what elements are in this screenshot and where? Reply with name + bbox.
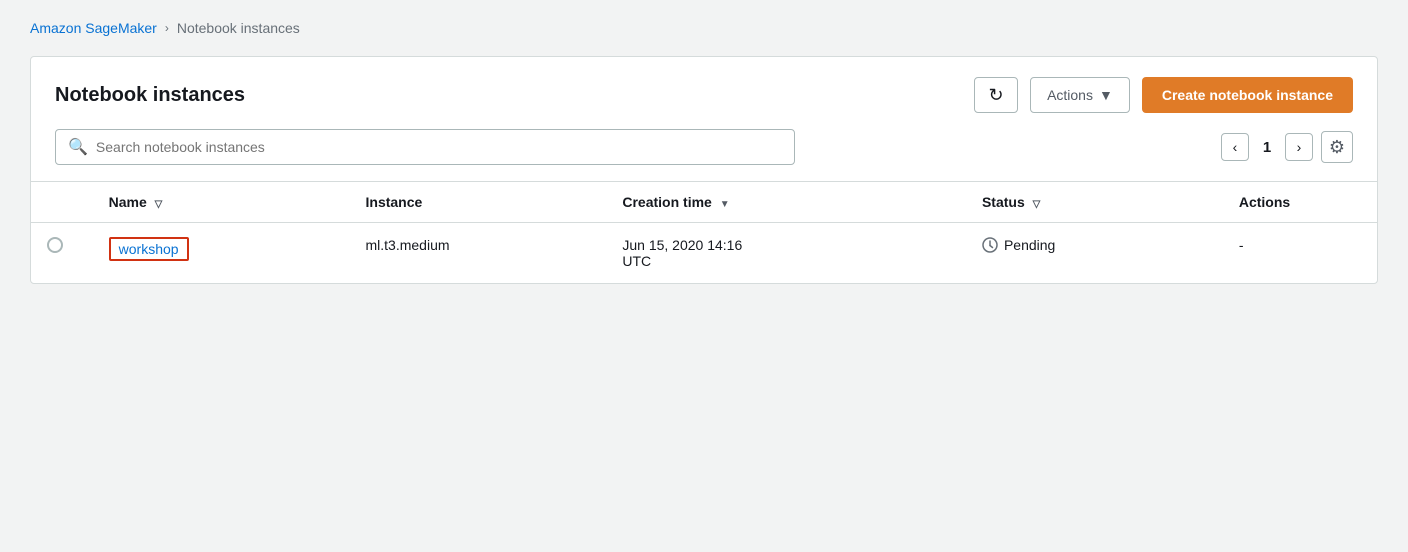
col-creation-label: Creation time [622,194,711,210]
pagination-next-button[interactable]: › [1285,133,1313,161]
row-instance-cell: ml.t3.medium [350,223,607,284]
actions-label: Actions [1047,87,1093,103]
pagination-page-number: 1 [1257,139,1277,156]
search-box: 🔍 [55,129,795,165]
col-header-status[interactable]: Status ▽ [966,182,1223,223]
refresh-icon: ↻ [989,85,1004,106]
search-input[interactable] [96,139,782,155]
breadcrumb-sagemaker-link[interactable]: Amazon SageMaker [30,20,157,36]
pagination-controls: ‹ 1 › ⚙ [1221,131,1353,163]
col-instance-label: Instance [366,194,423,210]
table-header: Name ▽ Instance Creation time ▼ Status ▽ [31,182,1377,223]
row-actions-cell: - [1223,223,1377,284]
breadcrumb: Amazon SageMaker › Notebook instances [30,20,1378,36]
creation-sort-icon: ▼ [720,199,730,210]
creation-time-line2: UTC [622,253,950,269]
row-status-cell: Pending [966,223,1223,284]
name-sort-icon: ▽ [155,199,163,210]
search-row: 🔍 ‹ 1 › ⚙ [55,129,1353,165]
row-name-cell: workshop [93,223,350,284]
gear-icon: ⚙ [1329,137,1345,158]
create-button-label: Create notebook instance [1162,87,1333,103]
col-header-actions: Actions [1223,182,1377,223]
col-header-instance: Instance [350,182,607,223]
name-cell-highlight: workshop [109,237,189,261]
col-status-label: Status [982,194,1025,210]
settings-button[interactable]: ⚙ [1321,131,1353,163]
col-actions-label: Actions [1239,194,1290,210]
col-header-radio [31,182,93,223]
page-title: Notebook instances [55,84,962,107]
row-creation-cell: Jun 15, 2020 14:16 UTC [606,223,966,284]
instances-table-wrap: Name ▽ Instance Creation time ▼ Status ▽ [31,181,1377,283]
row-radio-cell [31,223,93,284]
notebook-instances-card: Notebook instances ↻ Actions ▼ Create no… [30,56,1378,284]
notebook-name-link[interactable]: workshop [119,241,179,257]
breadcrumb-separator: › [165,21,169,35]
instance-type-value: ml.t3.medium [366,237,450,253]
row-radio-button[interactable] [47,237,63,253]
status-pending-icon [982,237,998,253]
card-header: Notebook instances ↻ Actions ▼ Create no… [55,77,1353,113]
creation-time-line1: Jun 15, 2020 14:16 [622,237,950,253]
status-label: Pending [1004,237,1055,253]
table-row: workshop ml.t3.medium Jun 15, 2020 14:16… [31,223,1377,284]
search-icon: 🔍 [68,137,88,157]
breadcrumb-current: Notebook instances [177,20,300,36]
status-sort-icon: ▽ [1033,199,1041,210]
create-notebook-button[interactable]: Create notebook instance [1142,77,1353,113]
pagination-prev-button[interactable]: ‹ [1221,133,1249,161]
instances-table: Name ▽ Instance Creation time ▼ Status ▽ [31,182,1377,283]
table-body: workshop ml.t3.medium Jun 15, 2020 14:16… [31,223,1377,284]
col-header-creation-time[interactable]: Creation time ▼ [606,182,966,223]
actions-button[interactable]: Actions ▼ [1030,77,1130,113]
status-display: Pending [982,237,1207,253]
col-header-name[interactable]: Name ▽ [93,182,350,223]
actions-arrow-icon: ▼ [1099,87,1113,103]
col-name-label: Name [109,194,147,210]
refresh-button[interactable]: ↻ [974,77,1018,113]
row-actions-value: - [1239,237,1244,253]
